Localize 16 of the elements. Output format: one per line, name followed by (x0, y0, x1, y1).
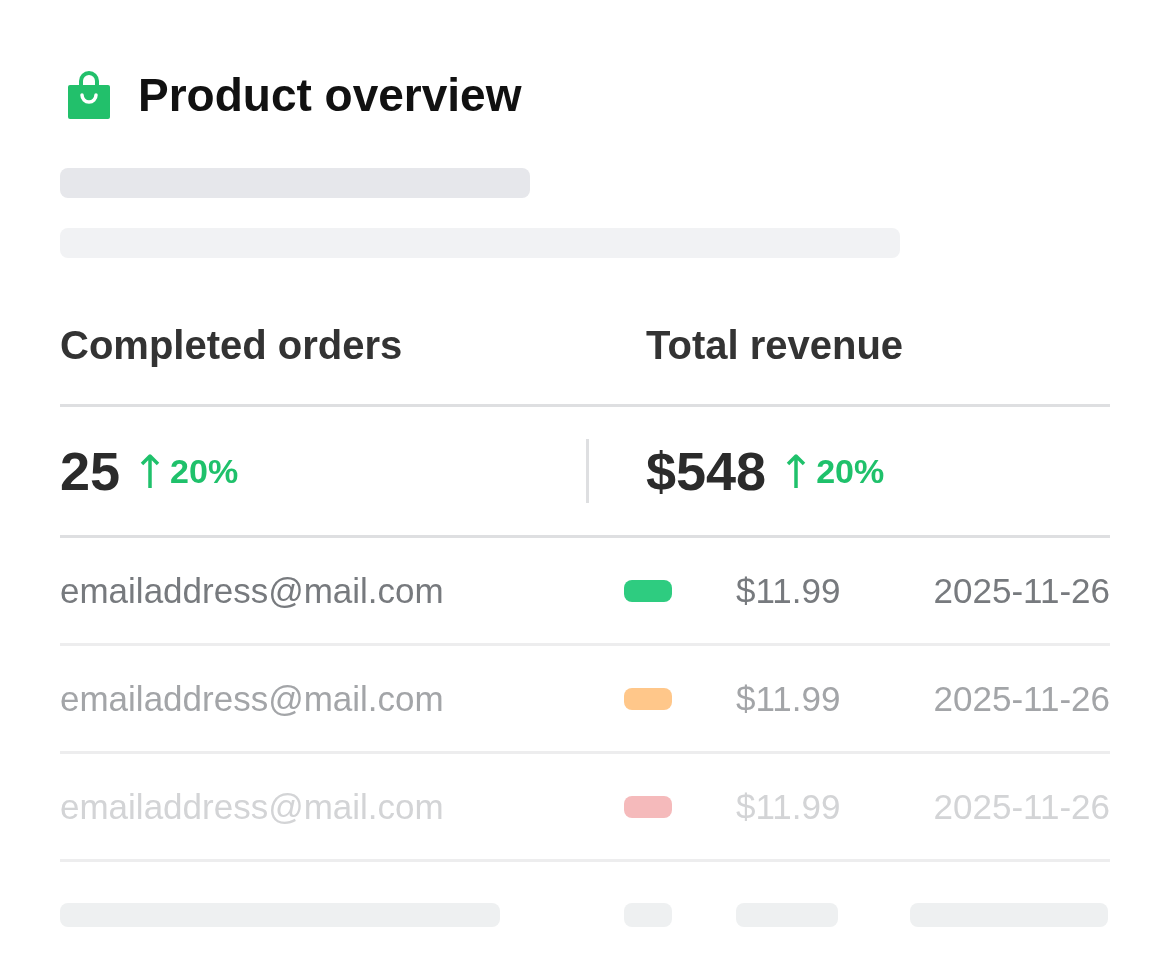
date-text: 2025-11-26 (932, 678, 1110, 719)
stat-value: $548 (646, 440, 767, 502)
up-arrow-icon (786, 453, 807, 489)
stat-label: Total revenue (646, 322, 905, 369)
email-text: emailaddress@mail.com (60, 678, 445, 719)
amount-text: $11.99 (736, 678, 842, 719)
change-percent: 20% (816, 451, 885, 491)
up-arrow-icon (140, 453, 161, 489)
change-percent: 20% (170, 451, 239, 491)
stat-label: Completed orders (60, 322, 404, 369)
stat-value: 25 (60, 440, 121, 502)
card-title: Product overview (138, 68, 522, 122)
date-text: 2025-11-26 (932, 570, 1110, 611)
shopping-bag-icon (68, 71, 110, 119)
email-text: emailaddress@mail.com (60, 570, 445, 611)
amount-text: $11.99 (736, 570, 842, 611)
